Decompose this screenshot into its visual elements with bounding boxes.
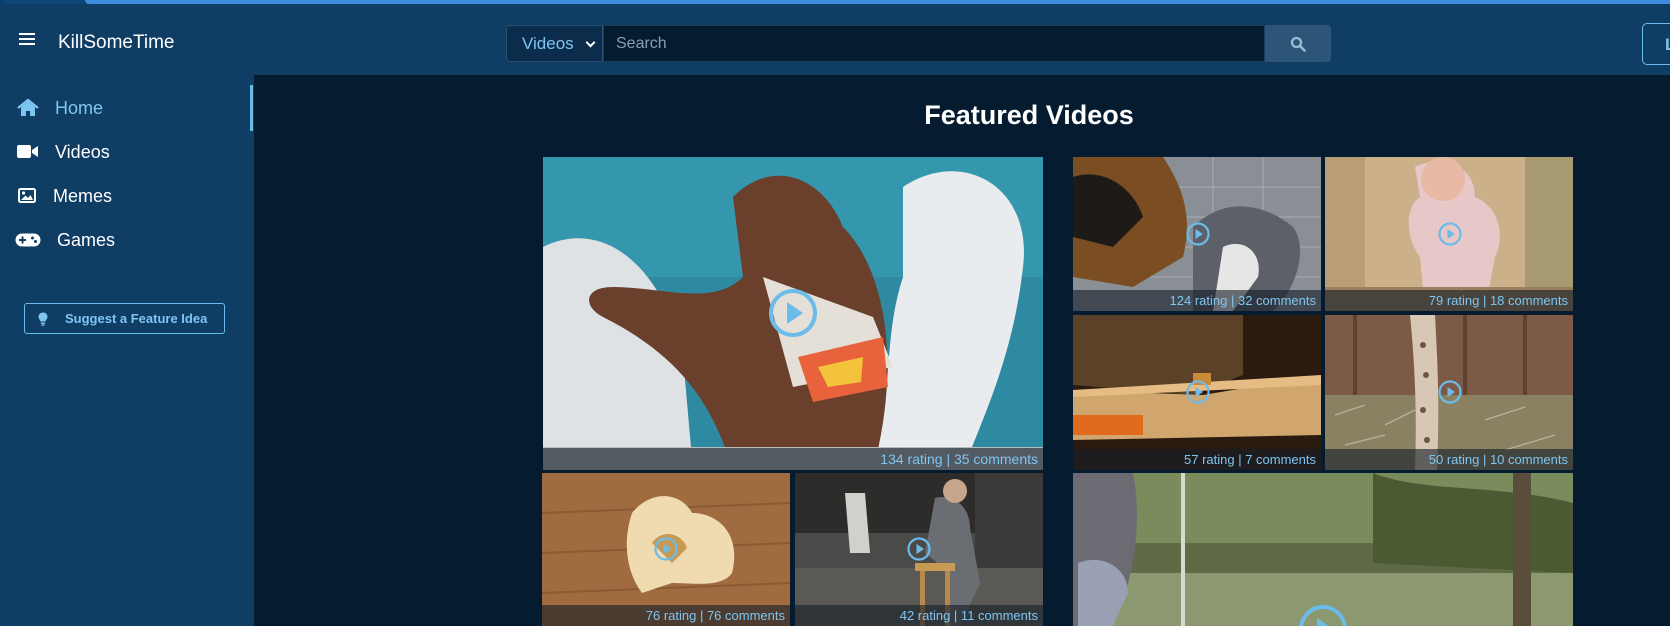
image-icon (18, 188, 36, 203)
play-icon (769, 289, 817, 337)
play-icon (1438, 380, 1462, 404)
home-icon (17, 99, 39, 116)
gamepad-icon (15, 233, 41, 247)
lightbulb-icon (38, 312, 48, 326)
page-title: Featured Videos (924, 100, 1134, 130)
sidebar-item-label: Home (55, 98, 104, 118)
sidebar-item-videos[interactable]: Videos (4, 132, 250, 172)
video-meta: 57 rating | 7 comments (1073, 449, 1321, 470)
active-indicator (250, 85, 253, 131)
video-camera-icon (17, 145, 38, 158)
sidebar-item-label: Memes (53, 186, 113, 206)
video-card[interactable]: 134 rating | 35 comments (543, 157, 1043, 470)
video-card[interactable] (1073, 473, 1573, 626)
play-icon (1186, 222, 1210, 246)
video-meta: 134 rating | 35 comments (543, 448, 1043, 470)
site-brand[interactable]: KillSomeTime (58, 32, 175, 54)
sidebar-item-home[interactable]: Home (4, 88, 250, 128)
suggest-feature-label: Suggest a Feature Idea (65, 311, 208, 326)
video-card[interactable]: 50 rating | 10 comments (1325, 315, 1573, 470)
sidebar-item-label: Videos (55, 142, 110, 162)
video-meta: 79 rating | 18 comments (1325, 290, 1573, 311)
sidebar: Home Videos Memes Games Suggest a Featur… (4, 75, 254, 626)
sidebar-item-games[interactable]: Games (4, 220, 250, 260)
video-card[interactable]: 42 rating | 11 comments (795, 473, 1043, 626)
play-icon (654, 537, 678, 561)
video-card[interactable]: 57 rating | 7 comments (1073, 315, 1321, 470)
suggest-feature-button[interactable]: Suggest a Feature Idea (24, 303, 225, 334)
video-meta: 124 rating | 32 comments (1073, 290, 1321, 311)
video-card[interactable]: 79 rating | 18 comments (1325, 157, 1573, 311)
video-meta: 50 rating | 10 comments (1325, 449, 1573, 470)
hamburger-menu-icon[interactable] (19, 33, 35, 47)
play-icon (1186, 380, 1210, 404)
video-card[interactable]: 76 rating | 76 comments (542, 473, 790, 626)
video-meta: 76 rating | 76 comments (542, 605, 790, 626)
sidebar-item-memes[interactable]: Memes (4, 176, 250, 216)
play-icon (1299, 605, 1347, 626)
sidebar-item-label: Games (57, 230, 116, 250)
play-icon (907, 537, 931, 561)
play-icon (1438, 222, 1462, 246)
video-card[interactable]: 124 rating | 32 comments (1073, 157, 1321, 311)
video-meta: 42 rating | 11 comments (795, 605, 1043, 626)
